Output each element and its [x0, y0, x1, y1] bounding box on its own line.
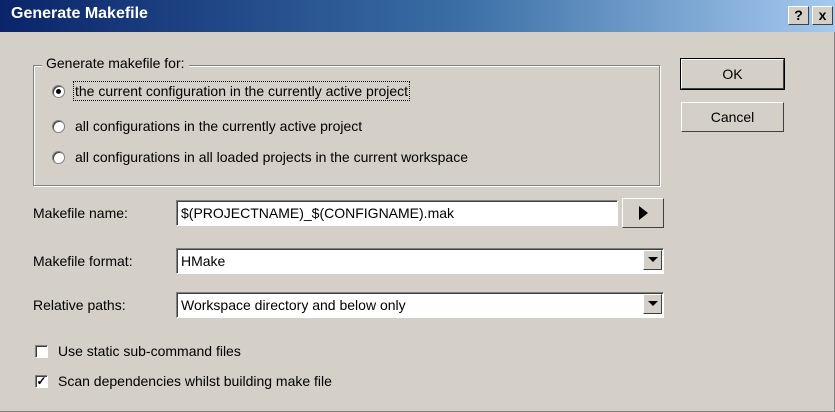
radio-label: all configurations in all loaded project… [75, 149, 468, 165]
radio-icon[interactable] [52, 119, 65, 133]
relative-paths-select[interactable]: Workspace directory and below only [176, 292, 664, 318]
checkbox-label: Scan dependencies whilst building make f… [58, 373, 332, 389]
makefile-name-label: Makefile name: [33, 205, 128, 221]
checkbox-label: Use static sub-command files [58, 343, 241, 359]
radio-icon[interactable] [52, 150, 65, 164]
generate-makefile-dialog: Generate Makefile ? x Generate makefile … [0, 0, 835, 412]
checkbox-checked-icon[interactable]: ✓ [35, 374, 48, 388]
checkbox-icon[interactable] [35, 344, 48, 358]
radio-current-config[interactable]: the current configuration in the current… [52, 81, 411, 101]
radio-icon[interactable] [52, 84, 65, 98]
radio-all-configs-workspace[interactable]: all configurations in all loaded project… [52, 147, 468, 167]
makefile-name-input[interactable]: $(PROJECTNAME)_$(CONFIGNAME).mak [176, 200, 618, 226]
dropdown-arrow-icon[interactable] [643, 250, 662, 270]
relative-paths-label: Relative paths: [33, 297, 126, 313]
radio-all-configs-active[interactable]: all configurations in the currently acti… [52, 116, 362, 136]
window-title: Generate Makefile [11, 5, 148, 22]
relative-paths-value: Workspace directory and below only [181, 297, 406, 313]
makefile-format-select[interactable]: HMake [176, 248, 664, 274]
insert-macro-arrow-button[interactable] [622, 198, 664, 228]
radio-label: the current configuration in the current… [72, 81, 411, 101]
ok-button[interactable]: OK [680, 58, 785, 90]
makefile-format-label: Makefile format: [33, 253, 133, 269]
dropdown-arrow-icon[interactable] [643, 294, 662, 314]
static-subcommand-checkbox-row[interactable]: Use static sub-command files [35, 341, 241, 361]
makefile-format-value: HMake [181, 253, 226, 269]
title-bar[interactable]: Generate Makefile ? x [0, 0, 835, 32]
radio-label: all configurations in the currently acti… [75, 118, 363, 134]
scan-dependencies-checkbox-row[interactable]: ✓ Scan dependencies whilst building make… [35, 371, 332, 391]
help-button[interactable]: ? [788, 6, 809, 25]
group-legend: Generate makefile for: [42, 55, 189, 71]
radio-dot-icon [56, 88, 61, 94]
cancel-button[interactable]: Cancel [681, 102, 784, 132]
close-button[interactable]: x [812, 6, 833, 25]
